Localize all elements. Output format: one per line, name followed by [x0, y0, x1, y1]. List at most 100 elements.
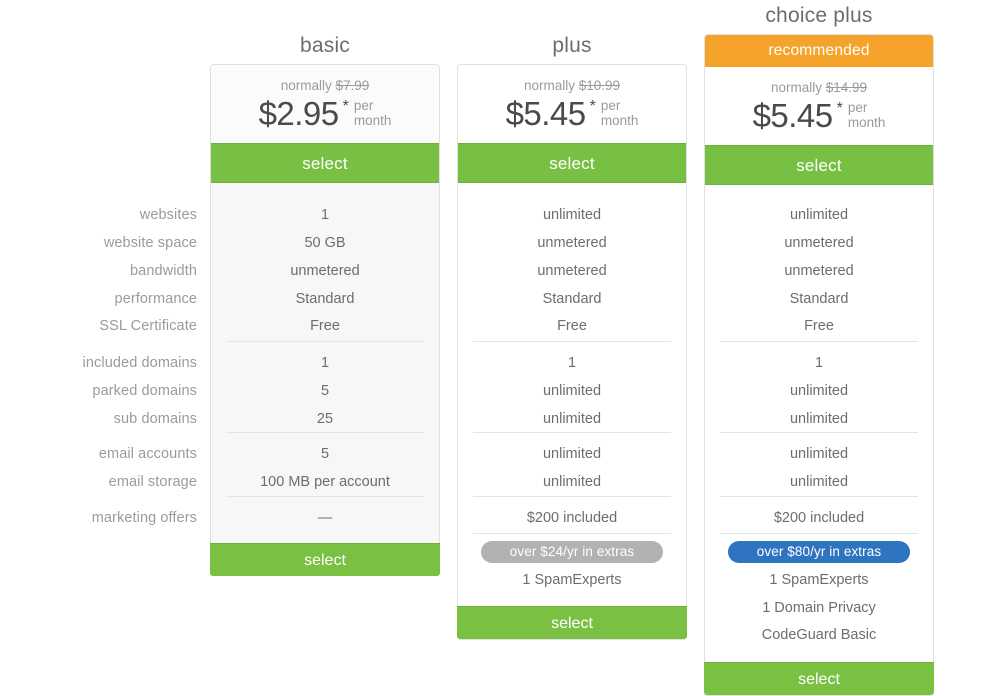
select-button-plus-top[interactable]: select [458, 143, 686, 183]
current-price-plus: $5.45 * per month [458, 97, 686, 130]
value-basic-email-storage: 100 MB per account [260, 474, 390, 490]
select-button-basic-top[interactable]: select [211, 143, 439, 183]
normally-price-choice-plus: normally $14.99 [705, 81, 933, 95]
divider-basic-3 [226, 496, 424, 497]
plan-title-basic: basic [299, 34, 351, 57]
price-asterisk: * [589, 97, 596, 115]
divider-basic-2 [226, 432, 424, 433]
select-button-basic-bottom[interactable]: select [210, 543, 440, 576]
extras-badge-plus: over $24/yr in extras [481, 541, 663, 563]
price-amount: $5.45 [505, 94, 587, 132]
divider-plus-4 [473, 533, 671, 534]
period-per: per [600, 97, 621, 113]
value-plus-bandwidth: unmetered [537, 263, 607, 279]
pricing-comparison-table: websites website space bandwidth perform… [0, 0, 1000, 696]
price-period: per month [354, 98, 392, 128]
value-choice-plus-included-domains: 1 [814, 355, 824, 371]
price-asterisk: * [836, 99, 843, 117]
divider-choice-plus-2 [720, 432, 918, 433]
normally-prefix: normally [280, 78, 332, 93]
value-plus-ssl: Free [557, 318, 587, 334]
value-choice-plus-bandwidth: unmetered [784, 263, 854, 279]
value-plus-sub-domains: unlimited [542, 411, 602, 427]
row-label-email-accounts: email accounts [98, 446, 197, 462]
strikethrough-price: $10.99 [578, 78, 621, 93]
period-month: month [600, 112, 639, 128]
row-label-performance: performance [114, 291, 197, 307]
value-basic-sub-domains: 25 [316, 411, 334, 427]
value-plus-included-domains: 1 [567, 355, 577, 371]
divider-plus-2 [473, 432, 671, 433]
value-plus-email-accounts: unlimited [542, 446, 602, 462]
normally-price-plus: normally $10.99 [458, 79, 686, 93]
price-period: per month [601, 98, 639, 128]
normally-price-basic: normally $7.99 [211, 79, 439, 93]
row-label-parked-domains: parked domains [92, 383, 197, 399]
row-label-marketing-offers: marketing offers [91, 510, 197, 526]
period-per: per [353, 97, 374, 113]
price-block-plus: normally $10.99 $5.45 * per month [458, 65, 686, 143]
select-button-plus-bottom[interactable]: select [457, 606, 687, 639]
value-choice-plus-marketing-offers: $200 included [773, 510, 865, 526]
normally-prefix: normally [770, 80, 822, 95]
select-button-choice-plus-bottom[interactable]: select [704, 662, 934, 695]
row-label-sub-domains: sub domains [113, 411, 197, 427]
price-block-choice-plus: normally $14.99 $5.45 * per month [705, 67, 933, 145]
extra-item-choice-plus-1: 1 Domain Privacy [762, 600, 876, 616]
current-price-basic: $2.95 * per month [211, 97, 439, 130]
price-asterisk: * [342, 97, 349, 115]
feature-label-column: websites website space bandwidth perform… [0, 0, 205, 696]
divider-choice-plus-4 [720, 533, 918, 534]
price-block-basic: normally $7.99 $2.95 * per month [211, 65, 439, 143]
value-plus-marketing-offers: $200 included [526, 510, 618, 526]
recommended-banner: recommended [705, 35, 933, 67]
extra-item-choice-plus-2: CodeGuard Basic [761, 627, 877, 643]
period-month: month [353, 112, 392, 128]
divider-choice-plus-3 [720, 496, 918, 497]
value-basic-marketing-offers: — [317, 510, 333, 526]
value-plus-performance: Standard [542, 291, 602, 307]
value-choice-plus-websites: unlimited [789, 207, 849, 223]
divider-plus-1 [473, 341, 671, 342]
extras-badge-choice-plus: over $80/yr in extras [728, 541, 910, 563]
value-basic-included-domains: 1 [320, 355, 330, 371]
row-label-email-storage: email storage [108, 474, 197, 490]
price-amount: $5.45 [752, 96, 834, 134]
extra-item-plus-0: 1 SpamExperts [522, 572, 622, 588]
value-choice-plus-email-accounts: unlimited [789, 446, 849, 462]
value-choice-plus-ssl: Free [804, 318, 834, 334]
period-per: per [847, 99, 868, 115]
strikethrough-price: $7.99 [335, 78, 370, 93]
divider-choice-plus-1 [720, 341, 918, 342]
row-label-ssl-certificate: SSL Certificate [99, 318, 197, 334]
value-choice-plus-parked-domains: unlimited [789, 383, 849, 399]
price-amount: $2.95 [258, 94, 340, 132]
divider-basic-1 [226, 341, 424, 342]
value-plus-website-space: unmetered [537, 235, 607, 251]
strikethrough-price: $14.99 [825, 80, 868, 95]
plan-title-plus: plus [552, 34, 592, 57]
value-choice-plus-sub-domains: unlimited [789, 411, 849, 427]
extra-item-choice-plus-0: 1 SpamExperts [769, 572, 869, 588]
row-label-websites: websites [139, 207, 197, 223]
value-basic-ssl: Free [310, 318, 340, 334]
row-label-bandwidth: bandwidth [129, 263, 197, 279]
row-label-included-domains: included domains [82, 355, 197, 371]
value-basic-email-accounts: 5 [320, 446, 330, 462]
value-choice-plus-website-space: unmetered [784, 235, 854, 251]
divider-plus-3 [473, 496, 671, 497]
value-plus-email-storage: unlimited [542, 474, 602, 490]
value-basic-bandwidth: unmetered [290, 263, 360, 279]
value-basic-performance: Standard [295, 291, 355, 307]
value-basic-websites: 1 [320, 207, 330, 223]
value-choice-plus-performance: Standard [789, 291, 849, 307]
value-basic-website-space: 50 GB [304, 235, 346, 251]
value-plus-websites: unlimited [542, 207, 602, 223]
value-basic-parked-domains: 5 [320, 383, 330, 399]
value-plus-parked-domains: unlimited [542, 383, 602, 399]
price-period: per month [848, 100, 886, 130]
select-button-choice-plus-top[interactable]: select [705, 145, 933, 185]
current-price-choice-plus: $5.45 * per month [705, 99, 933, 132]
value-choice-plus-email-storage: unlimited [789, 474, 849, 490]
normally-prefix: normally [523, 78, 575, 93]
